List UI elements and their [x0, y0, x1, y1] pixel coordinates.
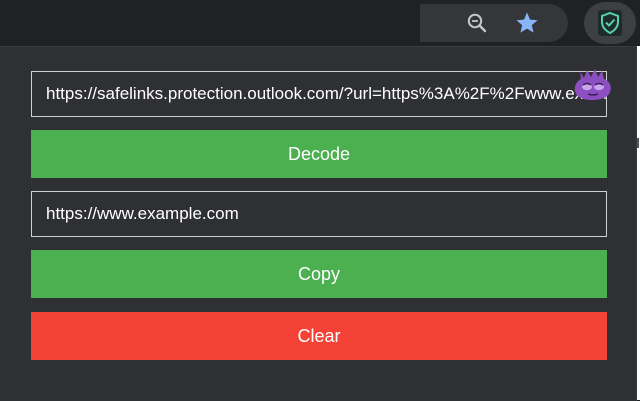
- bookmark-star-icon[interactable]: [512, 8, 542, 38]
- page-edge-mark: [637, 138, 639, 148]
- encoded-url-input[interactable]: https://safelinks.protection.outlook.com…: [31, 71, 607, 117]
- clear-button[interactable]: Clear: [31, 312, 607, 360]
- purple-blob-emoji-icon: [572, 66, 614, 102]
- copy-button[interactable]: Copy: [31, 250, 607, 298]
- omnibox[interactable]: [420, 4, 568, 42]
- copy-button-label: Copy: [297, 263, 341, 284]
- decode-button-label: Decode: [287, 143, 351, 164]
- encoded-url-text: https://safelinks.protection.outlook.com…: [46, 84, 607, 103]
- decoded-url-output[interactable]: https://www.example.com: [31, 191, 607, 237]
- zoom-out-icon[interactable]: [462, 8, 492, 38]
- safelinks-shield-icon[interactable]: [594, 8, 626, 38]
- decoded-url-text: https://www.example.com: [46, 204, 239, 223]
- clear-button-label: Clear: [297, 325, 341, 346]
- decode-button[interactable]: Decode: [31, 130, 607, 178]
- browser-toolbar: [0, 0, 640, 46]
